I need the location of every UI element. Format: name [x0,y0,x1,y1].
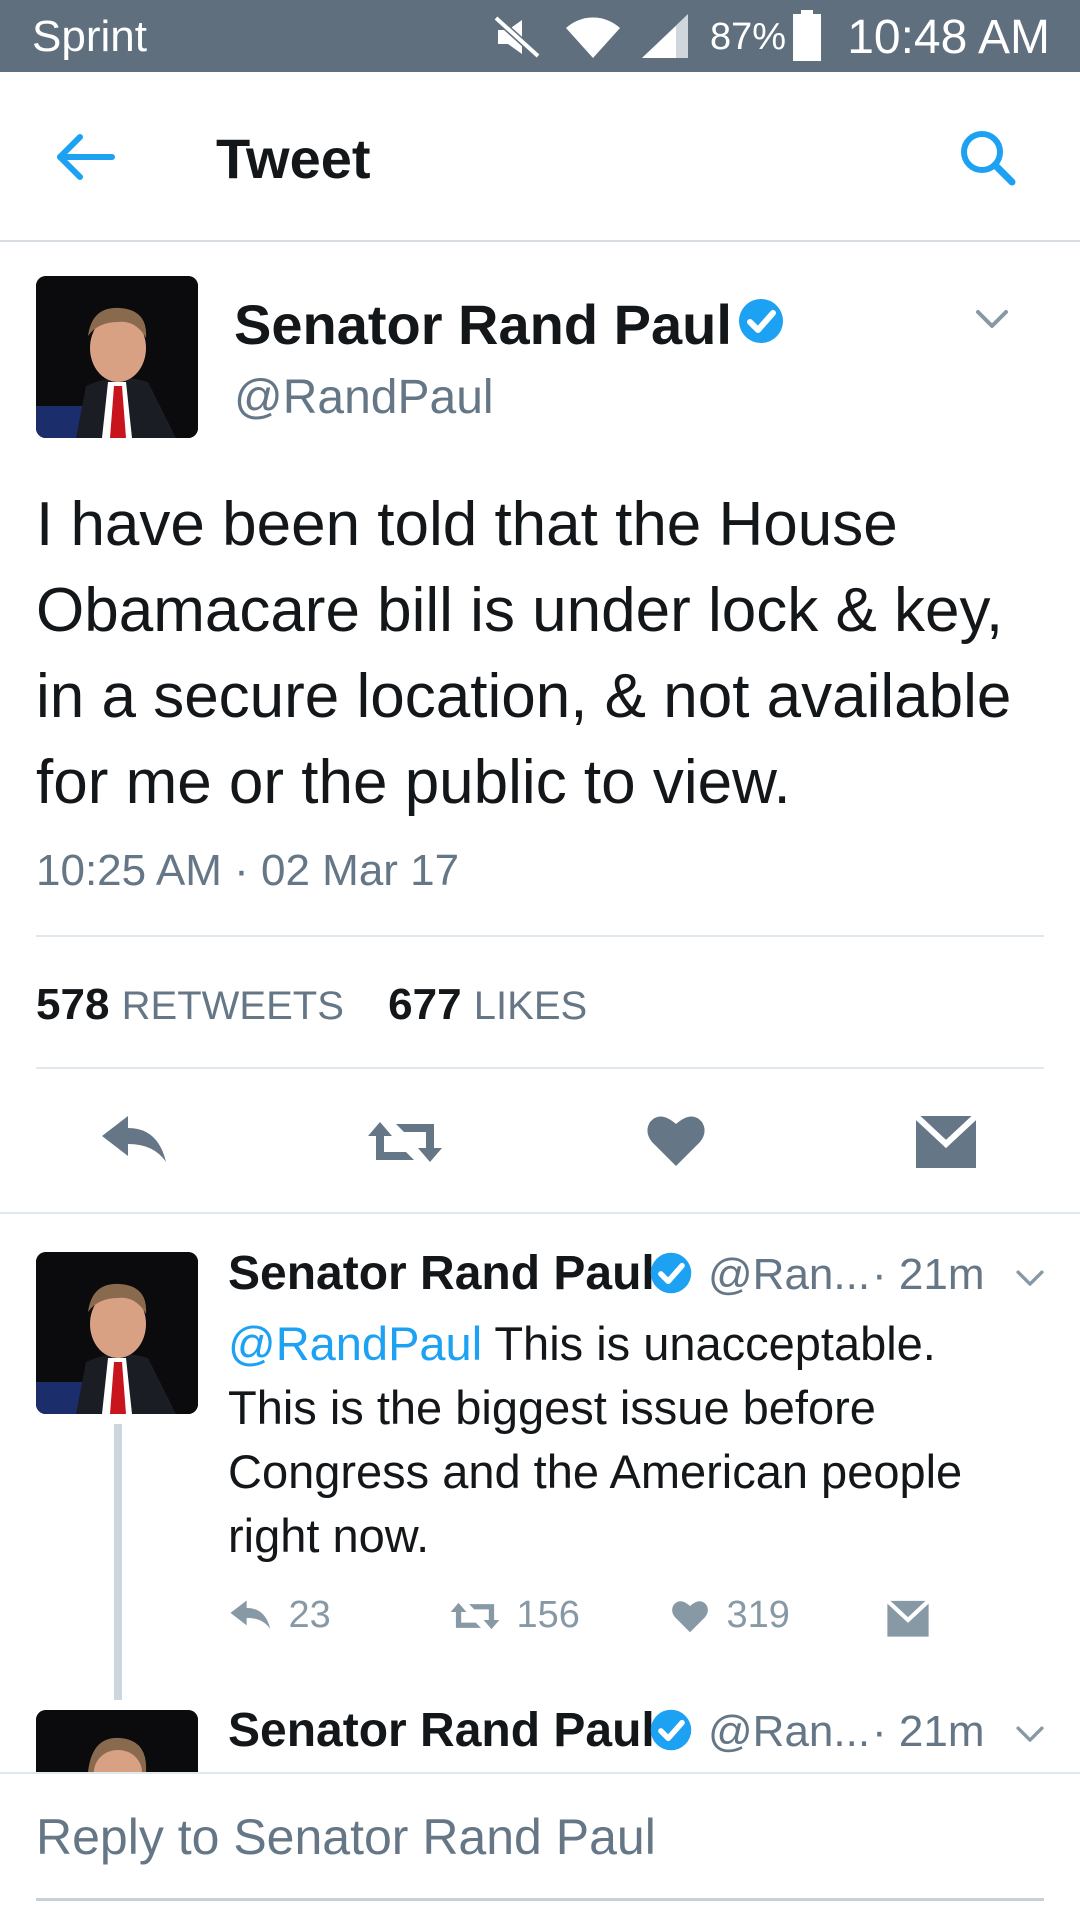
reply-author-handle[interactable]: @Ran... [708,1250,870,1300]
tweet-text-line: in a secure location, & not available [36,662,1012,731]
reply-time: · 21m [872,1250,985,1299]
page-title: Tweet [216,127,371,190]
back-button[interactable] [40,122,130,192]
tweet-timestamp: 10:25 AM · 02 Mar 17 [36,846,460,895]
divider [0,1212,1080,1214]
battery-percent: 87% [710,16,787,58]
arrow-left-icon [57,134,115,180]
direct-message-icon[interactable] [886,1598,930,1638]
likes-stat[interactable]: 677 LIKES [388,980,587,1029]
carrier-label: Sprint [32,12,147,61]
retweets-stat[interactable]: 578 RETWEETS [36,980,356,1029]
search-button[interactable] [950,120,1030,196]
battery-icon [793,10,821,61]
tweet-text-line: I have been told that the House [36,490,898,559]
reply-text-line: This is unacceptable. [482,1317,936,1370]
avatar[interactable] [36,1710,198,1772]
reply-text: @RandPaul This is unacceptable. This is … [228,1312,1058,1568]
reply-action-like[interactable]: 319 [670,1594,790,1642]
profile-photo [36,1710,198,1772]
reply-input[interactable]: Reply to Senator Rand Paul [36,1808,656,1866]
like-icon [672,1600,708,1632]
thread-line [114,1424,122,1700]
author-handle[interactable]: @RandPaul [234,370,494,425]
reply-header: Senator Rand Paul [228,1703,655,1758]
reply-author-name[interactable]: Senator Rand Paul [228,1704,655,1757]
profile-photo [36,1252,198,1414]
chevron-down-icon[interactable] [1010,1718,1050,1752]
mute-icon [493,15,541,59]
likes-label: LIKES [473,984,588,1028]
reply-icon [230,1599,271,1629]
reply-author-handle[interactable]: @Ran... [708,1707,870,1757]
reply-header: Senator Rand Paul [228,1246,655,1301]
likes-count: 677 [388,980,462,1029]
reply-text-line: right now. [228,1509,430,1562]
mention-link[interactable]: @RandPaul [228,1317,482,1370]
divider [36,935,1044,937]
divider [36,1067,1044,1069]
reply-text-line: This is the biggest issue before [228,1381,876,1434]
top-app-bar: Tweet [0,72,1080,242]
tweet-stats: 578 RETWEETS 677 LIKES [36,980,587,1030]
reply-count: 23 [288,1594,331,1636]
reply-action-reply[interactable]: 23 [228,1594,331,1642]
reply-action-retweet[interactable]: 156 [448,1594,580,1642]
retweet-icon[interactable] [364,1114,446,1170]
tweet-text: I have been told that the House Obamacar… [36,482,1011,826]
chevron-down-icon[interactable] [1010,1262,1050,1296]
retweet-count: 156 [516,1594,580,1636]
search-icon [961,131,1016,186]
like-count: 319 [726,1594,790,1636]
reply-time: · 21m [872,1707,985,1756]
reply-text-line: Congress and the American people [228,1445,963,1498]
reply-author-name[interactable]: Senator Rand Paul [228,1247,655,1300]
author-name[interactable]: Senator Rand Paul [234,292,732,357]
reply-input-underline [36,1898,1044,1901]
retweets-count: 578 [36,980,110,1029]
status-bar: Sprint 87% 10:48 AM [0,0,1080,72]
profile-photo [36,276,198,438]
direct-message-icon[interactable] [914,1112,978,1170]
chevron-down-icon[interactable] [970,300,1014,340]
like-icon[interactable] [644,1110,708,1170]
retweets-label: RETWEETS [121,984,344,1028]
clock: 10:48 AM [847,11,1050,64]
tweet-text-line: Obamacare bill is under lock & key, [36,576,1004,645]
verified-icon [739,299,783,343]
wifi-icon [566,17,620,58]
retweet-icon [450,1602,500,1629]
avatar[interactable] [36,276,198,438]
verified-icon [650,1709,692,1751]
signal-icon [642,14,688,58]
avatar[interactable] [36,1252,198,1414]
verified-icon [650,1252,692,1294]
reply-icon[interactable] [98,1112,172,1170]
tweet-text-line: for me or the public to view. [36,748,791,817]
